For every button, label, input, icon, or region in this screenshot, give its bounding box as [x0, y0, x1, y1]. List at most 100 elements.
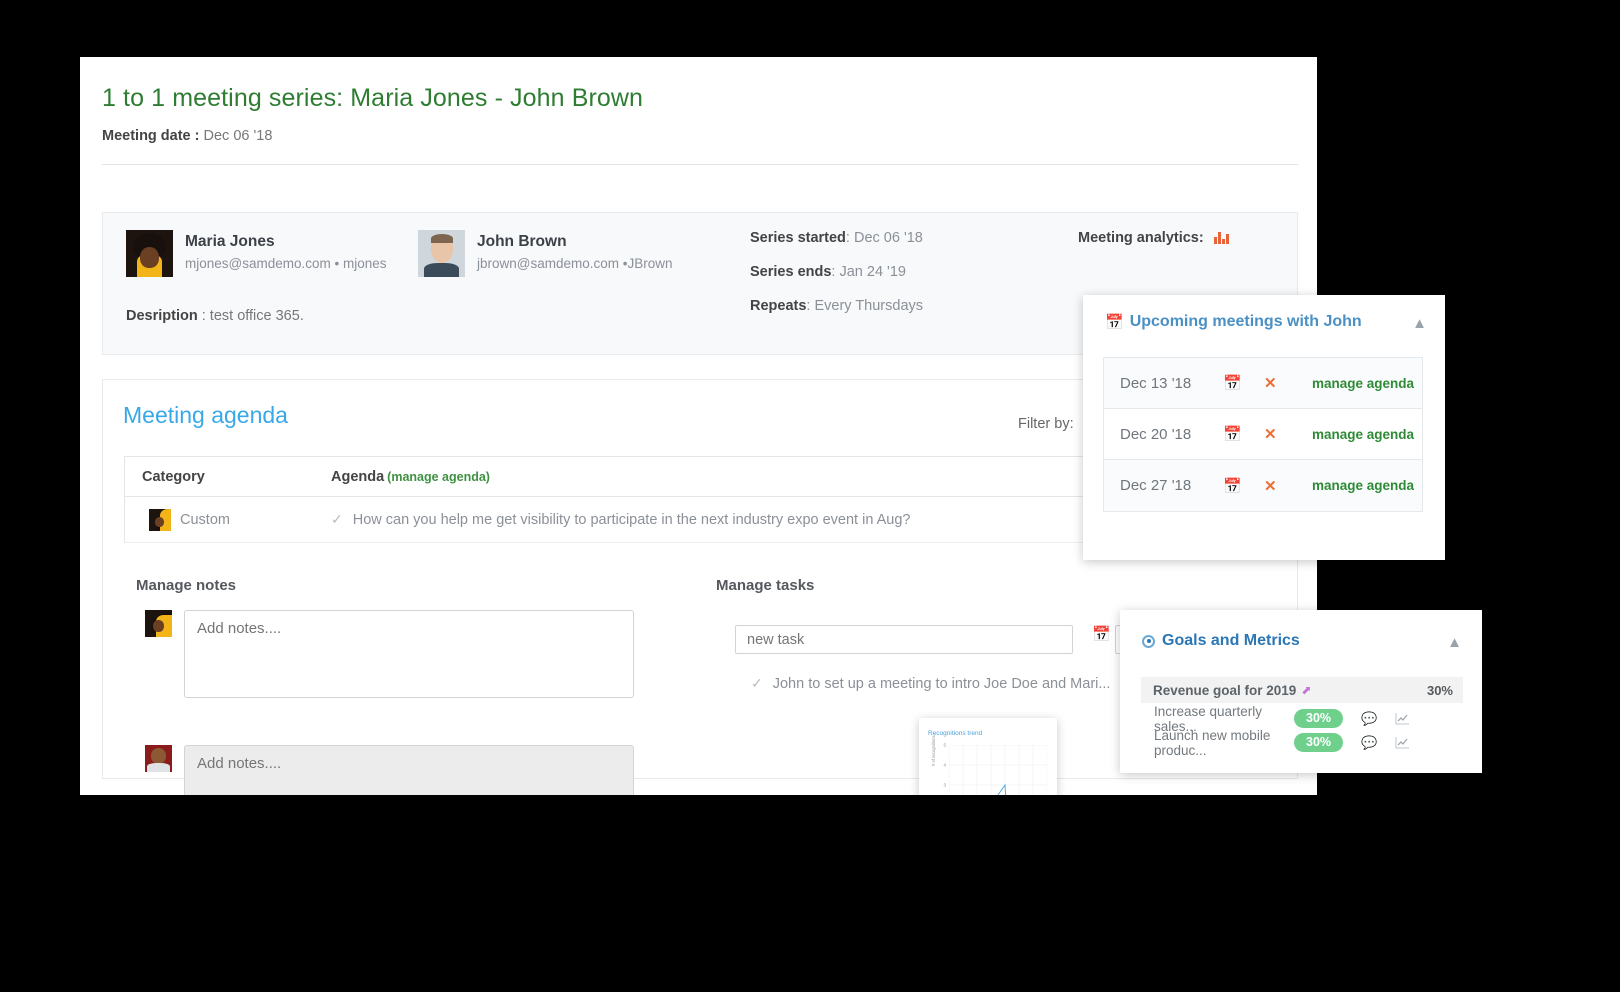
backdrop [80, 795, 919, 992]
check-icon[interactable]: ✓ [751, 675, 763, 692]
calendar-icon[interactable]: 📅 [1223, 374, 1264, 392]
goals-title: Goals and Metrics [1162, 632, 1300, 649]
chart-y-tick: 4 [943, 762, 946, 768]
participant-username: JBrown [627, 256, 673, 271]
calendar-icon[interactable]: 📅 [1223, 477, 1264, 495]
participant-name: John Brown [477, 233, 567, 250]
manage-agenda-link[interactable]: (manage agenda) [387, 470, 490, 484]
description-row: Desription : test office 365. [126, 308, 304, 324]
description-colon: : [201, 308, 206, 324]
agenda-item-text: How can you help me get visibility to pa… [352, 511, 911, 528]
note-entry [145, 610, 634, 698]
close-icon[interactable]: ✕ [1264, 477, 1312, 495]
avatar [145, 745, 172, 772]
meeting-analytics: Meeting analytics: [1078, 230, 1229, 264]
table-row[interactable]: Dec 20 '18 📅 ✕ manage agenda [1104, 409, 1422, 460]
column-header-category: Category [142, 468, 205, 485]
chart-y-tick: 5 [943, 742, 946, 748]
series-repeats-value: Every Thursdays [814, 298, 924, 314]
upcoming-meetings-panel: 📅 Upcoming meetings with John ▲ Dec 13 '… [1083, 295, 1445, 560]
meeting-agenda-title: Meeting agenda [123, 402, 288, 428]
participant-email: jbrown@samdemo.com [477, 256, 620, 271]
meeting-date: Dec 27 '18 [1120, 477, 1192, 494]
external-link-icon[interactable]: ⬈ [1301, 683, 1311, 697]
series-meta: Series started: Dec 06 '18 Series ends: … [750, 230, 923, 332]
goals-header: Goals and Metrics ▲ [1142, 632, 1462, 650]
separator: • [334, 256, 340, 271]
backdrop [1445, 295, 1620, 563]
new-task-input[interactable] [735, 625, 1073, 654]
trend-icon[interactable] [1395, 712, 1410, 725]
participant-email: mjones@samdemo.com [185, 256, 331, 271]
participant-john: John Brown jbrown@samdemo.com •JBrown [418, 230, 673, 277]
upcoming-meetings-title: Upcoming meetings with John [1129, 313, 1362, 330]
meeting-date: Dec 13 '18 [1120, 374, 1192, 392]
meeting-date-label: Meeting date : [102, 128, 200, 144]
backdrop [1317, 57, 1620, 295]
backdrop [0, 0, 1620, 57]
calendar-icon[interactable]: 📅 [1092, 627, 1111, 643]
series-started-value: Dec 06 '18 [853, 230, 923, 246]
participant-name: Maria Jones [185, 233, 275, 250]
trend-icon[interactable] [1395, 736, 1410, 749]
series-ends-row: Series ends: Jan 24 '19 [750, 264, 906, 280]
goal-sub-label: Launch new mobile produc... [1154, 727, 1271, 758]
backdrop [0, 57, 80, 795]
chart-y-tick: 3 [943, 782, 946, 788]
backdrop [1317, 563, 1620, 610]
notes-input[interactable] [184, 610, 634, 698]
series-repeats-row: Repeats: Every Thursdays [750, 298, 924, 314]
manage-agenda-link[interactable]: manage agenda [1312, 427, 1414, 442]
task-text: John to set up a meeting to intro Joe Do… [772, 675, 1111, 692]
manage-tasks-heading: Manage tasks [716, 577, 815, 594]
manage-notes-heading: Manage notes [136, 577, 237, 594]
calendar-icon[interactable]: 📅 [1223, 425, 1264, 443]
goal-parent-row: Revenue goal for 2019 ⬈ 30% [1141, 677, 1463, 703]
meeting-date: Dec 20 '18 [1120, 425, 1192, 443]
goal-parent-label: Revenue goal for 2019 [1153, 682, 1297, 698]
close-icon[interactable]: ✕ [1264, 425, 1312, 443]
chart-title: Recognitions trend [928, 730, 983, 737]
note-entry [145, 745, 634, 795]
manage-agenda-link[interactable]: manage agenda [1312, 376, 1414, 391]
avatar [418, 230, 465, 277]
comment-icon[interactable]: 💬 [1361, 711, 1377, 727]
table-row[interactable]: Dec 13 '18 📅 ✕ manage agenda [1104, 358, 1422, 409]
upcoming-meetings-header: 📅 Upcoming meetings with John ▲ [1105, 313, 1427, 331]
calendar-icon: 📅 [1105, 314, 1124, 331]
check-icon[interactable]: ✓ [331, 511, 343, 528]
meeting-date: Meeting date : Dec 06 '18 [102, 128, 272, 144]
meeting-date-value: Dec 06 '18 [203, 128, 273, 144]
comment-icon[interactable]: 💬 [1361, 735, 1377, 751]
description-label: Desription [126, 308, 198, 324]
table-row[interactable]: Dec 27 '18 📅 ✕ manage agenda [1104, 460, 1422, 511]
status-badge: 30% [1294, 733, 1344, 752]
backdrop [1317, 773, 1620, 795]
agenda-category-cell: Custom [125, 508, 331, 531]
agenda-text-cell: ✓ How can you help me get visibility to … [331, 511, 911, 528]
chart-y-axis-label: # of recognitions [931, 735, 936, 766]
goal-sub-row: Launch new mobile produc... 30% 💬 [1154, 728, 1474, 758]
target-icon [1142, 634, 1155, 648]
column-header-agenda: Agenda (manage agenda) [331, 469, 490, 485]
status-badge: 30% [1294, 709, 1344, 728]
series-ends-label: Series ends [750, 264, 832, 280]
header-divider [102, 164, 1298, 165]
goals-and-metrics-panel: Goals and Metrics ▲ Revenue goal for 201… [1120, 610, 1482, 773]
bar-chart-icon[interactable] [1213, 230, 1229, 244]
list-item: ✓ John to set up a meeting to intro Joe … [751, 675, 1110, 692]
agenda-category-label: Custom [180, 511, 230, 528]
chevron-up-icon[interactable]: ▲ [1412, 316, 1427, 331]
close-icon[interactable]: ✕ [1264, 374, 1312, 392]
notes-input-readonly [184, 745, 634, 795]
goal-parent-percent: 30% [1426, 682, 1453, 698]
upcoming-meetings-list: Dec 13 '18 📅 ✕ manage agenda Dec 20 '18 … [1103, 357, 1423, 512]
series-ends-value: Jan 24 '19 [839, 264, 906, 280]
avatar [145, 610, 172, 637]
participant-username: mjones [343, 256, 387, 271]
avatar [126, 230, 173, 277]
manage-agenda-link[interactable]: manage agenda [1312, 478, 1414, 493]
chevron-up-icon[interactable]: ▲ [1447, 635, 1462, 650]
backdrop [1057, 795, 1620, 992]
description-value: test office 365. [209, 308, 304, 324]
